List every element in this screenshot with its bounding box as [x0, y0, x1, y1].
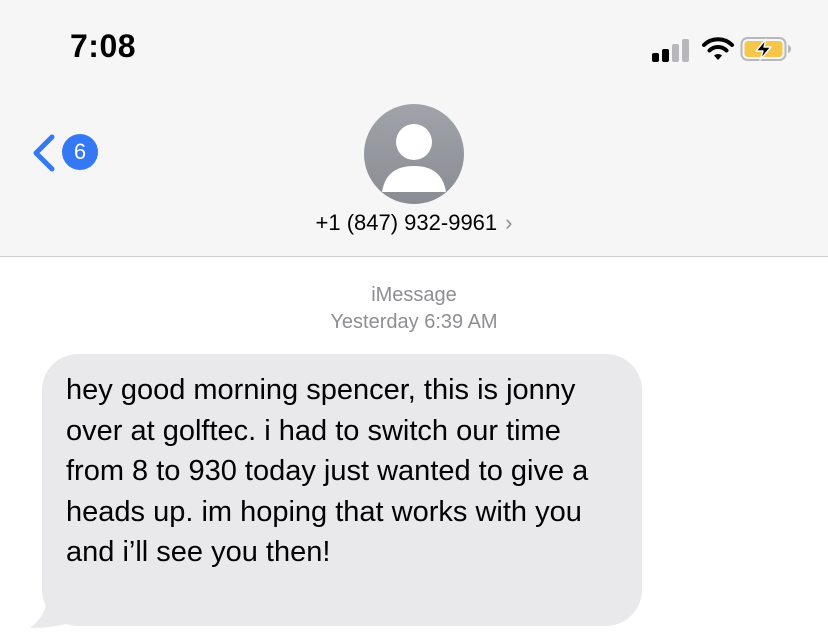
battery-charging-icon [740, 37, 791, 61]
message-text: hey good morning spencer, this is jonny … [66, 374, 589, 568]
chevron-left-icon [33, 134, 55, 172]
unread-count-badge: 6 [62, 134, 98, 170]
contact-avatar[interactable] [364, 104, 464, 204]
cellular-signal-icon [652, 38, 692, 62]
person-silhouette-icon [382, 124, 446, 192]
back-button[interactable]: 6 [30, 130, 110, 176]
wifi-icon [702, 37, 734, 60]
message-timestamp: Yesterday 6:39 AM [330, 311, 498, 333]
incoming-message-bubble[interactable]: hey good morning spencer, this is jonny … [42, 354, 642, 626]
service-label: iMessage [371, 284, 457, 306]
messages-screen: 7:08 6 +1 (847) 932-9961 › iMessage Yest… [0, 0, 828, 639]
chevron-right-icon: › [505, 210, 513, 235]
status-time: 7:08 [70, 28, 137, 64]
contact-name: +1 (847) 932-9961 [315, 210, 498, 235]
conversation-header: 7:08 6 +1 (847) 932-9961 › [0, 0, 828, 257]
contact-name-button[interactable]: +1 (847) 932-9961 › [0, 210, 828, 236]
